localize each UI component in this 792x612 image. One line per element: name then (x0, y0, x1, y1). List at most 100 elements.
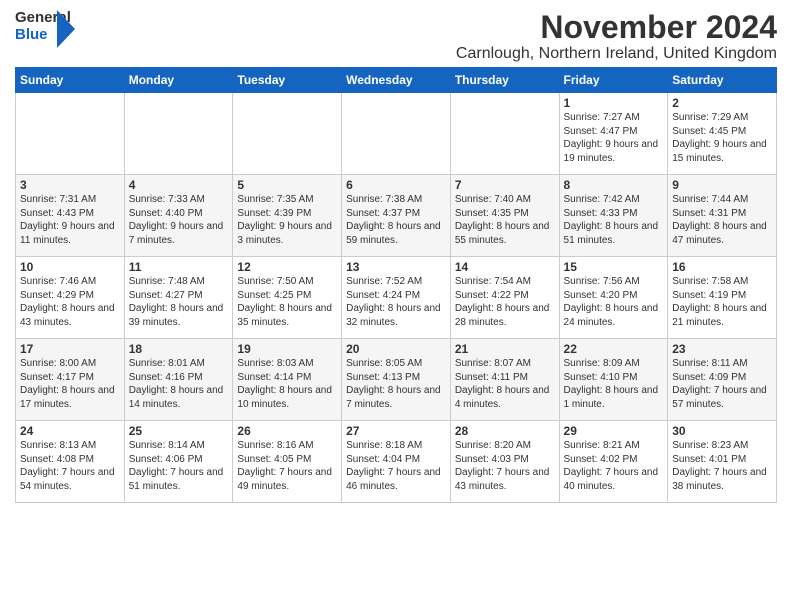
day-cell: 16Sunrise: 7:58 AM Sunset: 4:19 PM Dayli… (668, 257, 777, 339)
day-number: 12 (237, 260, 337, 274)
day-cell: 7Sunrise: 7:40 AM Sunset: 4:35 PM Daylig… (450, 175, 559, 257)
day-cell: 4Sunrise: 7:33 AM Sunset: 4:40 PM Daylig… (124, 175, 233, 257)
col-saturday: Saturday (668, 68, 777, 93)
day-number: 17 (20, 342, 120, 356)
week-row-2: 10Sunrise: 7:46 AM Sunset: 4:29 PM Dayli… (16, 257, 777, 339)
day-number: 7 (455, 178, 555, 192)
day-info: Sunrise: 8:00 AM Sunset: 4:17 PM Dayligh… (20, 357, 120, 411)
day-cell: 29Sunrise: 8:21 AM Sunset: 4:02 PM Dayli… (559, 421, 668, 503)
day-cell: 20Sunrise: 8:05 AM Sunset: 4:13 PM Dayli… (342, 339, 451, 421)
day-number: 13 (346, 260, 446, 274)
day-info: Sunrise: 7:27 AM Sunset: 4:47 PM Dayligh… (564, 111, 664, 165)
day-cell (16, 93, 125, 175)
calendar-table: Sunday Monday Tuesday Wednesday Thursday… (15, 67, 777, 503)
day-cell: 24Sunrise: 8:13 AM Sunset: 4:08 PM Dayli… (16, 421, 125, 503)
day-cell: 26Sunrise: 8:16 AM Sunset: 4:05 PM Dayli… (233, 421, 342, 503)
day-info: Sunrise: 7:44 AM Sunset: 4:31 PM Dayligh… (672, 193, 772, 247)
day-cell: 3Sunrise: 7:31 AM Sunset: 4:43 PM Daylig… (16, 175, 125, 257)
day-number: 23 (672, 342, 772, 356)
week-row-3: 17Sunrise: 8:00 AM Sunset: 4:17 PM Dayli… (16, 339, 777, 421)
day-cell (450, 93, 559, 175)
col-sunday: Sunday (16, 68, 125, 93)
day-info: Sunrise: 7:56 AM Sunset: 4:20 PM Dayligh… (564, 275, 664, 329)
day-info: Sunrise: 7:50 AM Sunset: 4:25 PM Dayligh… (237, 275, 337, 329)
day-cell: 1Sunrise: 7:27 AM Sunset: 4:47 PM Daylig… (559, 93, 668, 175)
day-number: 28 (455, 424, 555, 438)
title-area: November 2024 Carnlough, Northern Irelan… (456, 10, 777, 63)
header: General Blue November 2024 Carnlough, No… (15, 10, 777, 63)
day-cell: 23Sunrise: 8:11 AM Sunset: 4:09 PM Dayli… (668, 339, 777, 421)
day-number: 15 (564, 260, 664, 274)
day-info: Sunrise: 8:03 AM Sunset: 4:14 PM Dayligh… (237, 357, 337, 411)
day-cell: 22Sunrise: 8:09 AM Sunset: 4:10 PM Dayli… (559, 339, 668, 421)
day-number: 19 (237, 342, 337, 356)
day-cell (124, 93, 233, 175)
col-tuesday: Tuesday (233, 68, 342, 93)
day-number: 6 (346, 178, 446, 192)
day-number: 3 (20, 178, 120, 192)
day-number: 22 (564, 342, 664, 356)
day-number: 8 (564, 178, 664, 192)
day-info: Sunrise: 8:21 AM Sunset: 4:02 PM Dayligh… (564, 439, 664, 493)
day-cell (342, 93, 451, 175)
day-info: Sunrise: 7:38 AM Sunset: 4:37 PM Dayligh… (346, 193, 446, 247)
day-cell: 14Sunrise: 7:54 AM Sunset: 4:22 PM Dayli… (450, 257, 559, 339)
day-number: 10 (20, 260, 120, 274)
day-info: Sunrise: 8:23 AM Sunset: 4:01 PM Dayligh… (672, 439, 772, 493)
day-cell (233, 93, 342, 175)
day-number: 30 (672, 424, 772, 438)
day-number: 2 (672, 96, 772, 110)
month-title: November 2024 (456, 10, 777, 45)
day-info: Sunrise: 7:54 AM Sunset: 4:22 PM Dayligh… (455, 275, 555, 329)
day-cell: 10Sunrise: 7:46 AM Sunset: 4:29 PM Dayli… (16, 257, 125, 339)
day-info: Sunrise: 8:11 AM Sunset: 4:09 PM Dayligh… (672, 357, 772, 411)
week-row-4: 24Sunrise: 8:13 AM Sunset: 4:08 PM Dayli… (16, 421, 777, 503)
day-info: Sunrise: 7:52 AM Sunset: 4:24 PM Dayligh… (346, 275, 446, 329)
day-info: Sunrise: 7:58 AM Sunset: 4:19 PM Dayligh… (672, 275, 772, 329)
day-info: Sunrise: 8:01 AM Sunset: 4:16 PM Dayligh… (129, 357, 229, 411)
day-number: 11 (129, 260, 229, 274)
day-cell: 25Sunrise: 8:14 AM Sunset: 4:06 PM Dayli… (124, 421, 233, 503)
day-cell: 15Sunrise: 7:56 AM Sunset: 4:20 PM Dayli… (559, 257, 668, 339)
col-thursday: Thursday (450, 68, 559, 93)
day-number: 24 (20, 424, 120, 438)
day-number: 20 (346, 342, 446, 356)
day-info: Sunrise: 7:40 AM Sunset: 4:35 PM Dayligh… (455, 193, 555, 247)
day-cell: 21Sunrise: 8:07 AM Sunset: 4:11 PM Dayli… (450, 339, 559, 421)
location-title: Carnlough, Northern Ireland, United King… (456, 45, 777, 63)
day-info: Sunrise: 7:31 AM Sunset: 4:43 PM Dayligh… (20, 193, 120, 247)
col-wednesday: Wednesday (342, 68, 451, 93)
day-info: Sunrise: 8:09 AM Sunset: 4:10 PM Dayligh… (564, 357, 664, 411)
day-info: Sunrise: 8:05 AM Sunset: 4:13 PM Dayligh… (346, 357, 446, 411)
day-cell: 12Sunrise: 7:50 AM Sunset: 4:25 PM Dayli… (233, 257, 342, 339)
day-info: Sunrise: 8:07 AM Sunset: 4:11 PM Dayligh… (455, 357, 555, 411)
day-number: 5 (237, 178, 337, 192)
day-info: Sunrise: 7:29 AM Sunset: 4:45 PM Dayligh… (672, 111, 772, 165)
day-info: Sunrise: 8:14 AM Sunset: 4:06 PM Dayligh… (129, 439, 229, 493)
week-row-1: 3Sunrise: 7:31 AM Sunset: 4:43 PM Daylig… (16, 175, 777, 257)
calendar-body: 1Sunrise: 7:27 AM Sunset: 4:47 PM Daylig… (16, 93, 777, 503)
day-cell: 27Sunrise: 8:18 AM Sunset: 4:04 PM Dayli… (342, 421, 451, 503)
header-row: Sunday Monday Tuesday Wednesday Thursday… (16, 68, 777, 93)
day-number: 26 (237, 424, 337, 438)
day-number: 21 (455, 342, 555, 356)
day-cell: 28Sunrise: 8:20 AM Sunset: 4:03 PM Dayli… (450, 421, 559, 503)
day-info: Sunrise: 8:13 AM Sunset: 4:08 PM Dayligh… (20, 439, 120, 493)
day-info: Sunrise: 7:35 AM Sunset: 4:39 PM Dayligh… (237, 193, 337, 247)
day-cell: 18Sunrise: 8:01 AM Sunset: 4:16 PM Dayli… (124, 339, 233, 421)
day-cell: 2Sunrise: 7:29 AM Sunset: 4:45 PM Daylig… (668, 93, 777, 175)
day-number: 9 (672, 178, 772, 192)
day-info: Sunrise: 7:33 AM Sunset: 4:40 PM Dayligh… (129, 193, 229, 247)
day-info: Sunrise: 8:18 AM Sunset: 4:04 PM Dayligh… (346, 439, 446, 493)
col-friday: Friday (559, 68, 668, 93)
day-info: Sunrise: 8:16 AM Sunset: 4:05 PM Dayligh… (237, 439, 337, 493)
calendar-header: Sunday Monday Tuesday Wednesday Thursday… (16, 68, 777, 93)
day-number: 25 (129, 424, 229, 438)
day-cell: 19Sunrise: 8:03 AM Sunset: 4:14 PM Dayli… (233, 339, 342, 421)
main-container: General Blue November 2024 Carnlough, No… (0, 0, 792, 508)
day-info: Sunrise: 7:48 AM Sunset: 4:27 PM Dayligh… (129, 275, 229, 329)
day-cell: 13Sunrise: 7:52 AM Sunset: 4:24 PM Dayli… (342, 257, 451, 339)
logo: General Blue (15, 10, 65, 50)
day-cell: 5Sunrise: 7:35 AM Sunset: 4:39 PM Daylig… (233, 175, 342, 257)
day-number: 29 (564, 424, 664, 438)
